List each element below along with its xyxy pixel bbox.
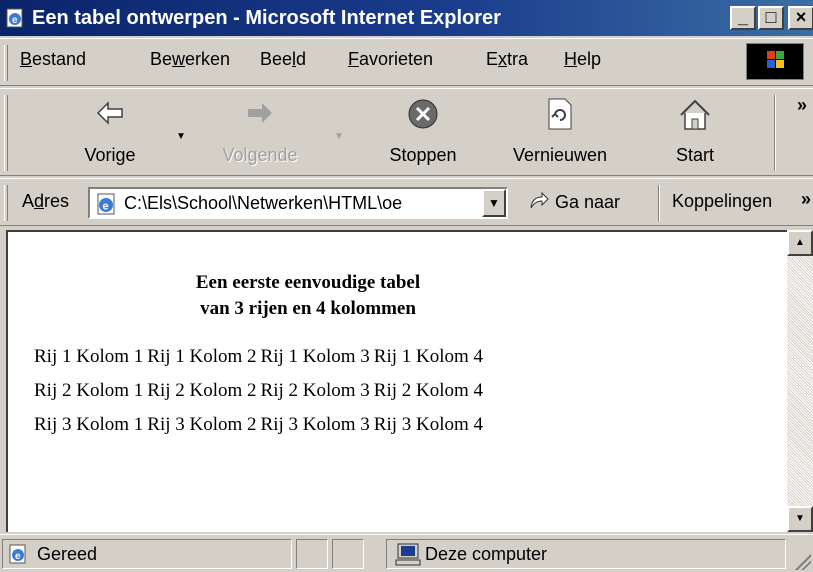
status-pane-progress — [296, 539, 328, 569]
table-cell: Rij 1 Kolom 2 — [147, 346, 257, 367]
back-dropdown-icon[interactable]: ▼ — [176, 131, 186, 142]
go-arrow-icon — [530, 191, 549, 209]
links-separator — [658, 185, 660, 221]
back-button[interactable]: Vorige — [60, 89, 160, 177]
table-cell: Rij 3 Kolom 1 — [34, 414, 144, 435]
forward-arrow-icon — [248, 103, 272, 123]
status-bar: e Gereed Deze computer — [0, 534, 813, 572]
refresh-icon — [548, 98, 572, 130]
table-cell: Rij 2 Kolom 1 — [34, 380, 144, 401]
table-cell: Rij 2 Kolom 3 — [260, 380, 370, 401]
window-title: Een tabel ontwerpen - Microsoft Internet… — [32, 6, 501, 29]
scroll-down-button[interactable]: ▼ — [787, 506, 813, 532]
svg-text:e: e — [15, 551, 21, 562]
page-content: Een eerste eenvoudige tabel van 3 rijen … — [6, 230, 787, 532]
svg-text:e: e — [103, 201, 109, 213]
refresh-button[interactable]: Vernieuwen — [490, 89, 630, 177]
links-button[interactable]: Koppelingen — [672, 191, 772, 212]
table-cell: Rij 2 Kolom 4 — [373, 380, 484, 401]
links-more-button[interactable]: » — [801, 189, 811, 210]
table-cell: Rij 3 Kolom 4 — [373, 414, 484, 435]
home-icon — [680, 99, 710, 130]
menu-bar: Bestand Bewerken Beeld Favorieten Extra … — [0, 38, 813, 86]
minimize-button[interactable]: _ — [730, 6, 756, 30]
table-caption: Een eerste eenvoudige tabel van 3 rijen … — [195, 272, 421, 319]
stop-icon — [408, 99, 438, 129]
address-bar: Adres e C:\Els\School\Netwerken\HTML\oe … — [0, 178, 813, 226]
svg-text:e: e — [12, 15, 18, 26]
toolbar: Vorige ▼ Volgende ▼ Stoppen Vernieuwen S… — [0, 88, 813, 176]
table-cell: Rij 2 Kolom 2 — [147, 380, 257, 401]
toolbar-grip[interactable] — [4, 95, 8, 171]
ie-page-icon: e — [97, 193, 115, 215]
menu-favorieten[interactable]: Favorieten — [348, 49, 433, 70]
menu-help[interactable]: Help — [564, 49, 601, 70]
resize-grip[interactable] — [795, 554, 811, 570]
toolbar-more-button[interactable]: » — [797, 95, 807, 116]
vertical-scrollbar[interactable]: ▲ ▼ — [787, 230, 813, 532]
maximize-button[interactable]: □ — [758, 6, 784, 30]
back-arrow-icon — [96, 101, 123, 125]
menu-beeld[interactable]: Beeld — [260, 49, 306, 70]
address-value: C:\Els\School\Netwerken\HTML\oe — [124, 193, 403, 213]
menu-grip[interactable] — [4, 45, 8, 81]
address-dropdown-button[interactable]: ▼ — [482, 189, 506, 217]
status-text: Gereed — [37, 544, 98, 564]
scroll-up-button[interactable]: ▲ — [787, 230, 813, 256]
address-grip[interactable] — [4, 185, 8, 221]
close-button[interactable]: × — [788, 6, 813, 30]
data-table: Rij 1 Kolom 1 Rij 1 Kolom 2 Rij 1 Kolom … — [34, 340, 487, 442]
status-zone-pane: Deze computer — [386, 539, 786, 569]
table-cell: Rij 3 Kolom 3 — [260, 414, 370, 435]
windows-logo-icon — [746, 43, 804, 80]
ie-page-icon: e — [9, 544, 26, 564]
toolbar-separator — [774, 95, 776, 171]
menu-extra[interactable]: Extra — [486, 49, 528, 70]
stop-button[interactable]: Stoppen — [370, 89, 476, 177]
table-row: Rij 1 Kolom 1 Rij 1 Kolom 2 Rij 1 Kolom … — [34, 340, 487, 374]
menu-bestand[interactable]: Bestand — [20, 49, 86, 70]
computer-icon — [395, 543, 421, 566]
status-text-pane: e Gereed — [2, 539, 292, 569]
address-label: Adres — [22, 191, 70, 211]
ie-page-icon: e — [6, 8, 23, 28]
table-cell: Rij 3 Kolom 2 — [147, 414, 257, 435]
table-row: Rij 3 Kolom 1 Rij 3 Kolom 2 Rij 3 Kolom … — [34, 408, 487, 442]
table-cell: Rij 1 Kolom 1 — [34, 346, 144, 367]
table-cell: Rij 1 Kolom 4 — [373, 346, 484, 367]
table-row: Rij 2 Kolom 1 Rij 2 Kolom 2 Rij 2 Kolom … — [34, 374, 487, 408]
table-cell: Rij 1 Kolom 3 — [260, 346, 370, 367]
status-zone-text: Deze computer — [425, 544, 548, 564]
status-pane-secure — [332, 539, 364, 569]
forward-dropdown-icon[interactable]: ▼ — [334, 131, 344, 142]
address-input[interactable]: e C:\Els\School\Netwerken\HTML\oe ▼ — [88, 187, 508, 219]
go-button[interactable]: Ga naar — [528, 191, 620, 213]
menu-bewerken[interactable]: Bewerken — [150, 49, 230, 70]
title-bar: e Een tabel ontwerpen - Microsoft Intern… — [0, 0, 813, 36]
home-button[interactable]: Start — [650, 89, 740, 177]
forward-button[interactable]: Volgende — [200, 89, 320, 177]
